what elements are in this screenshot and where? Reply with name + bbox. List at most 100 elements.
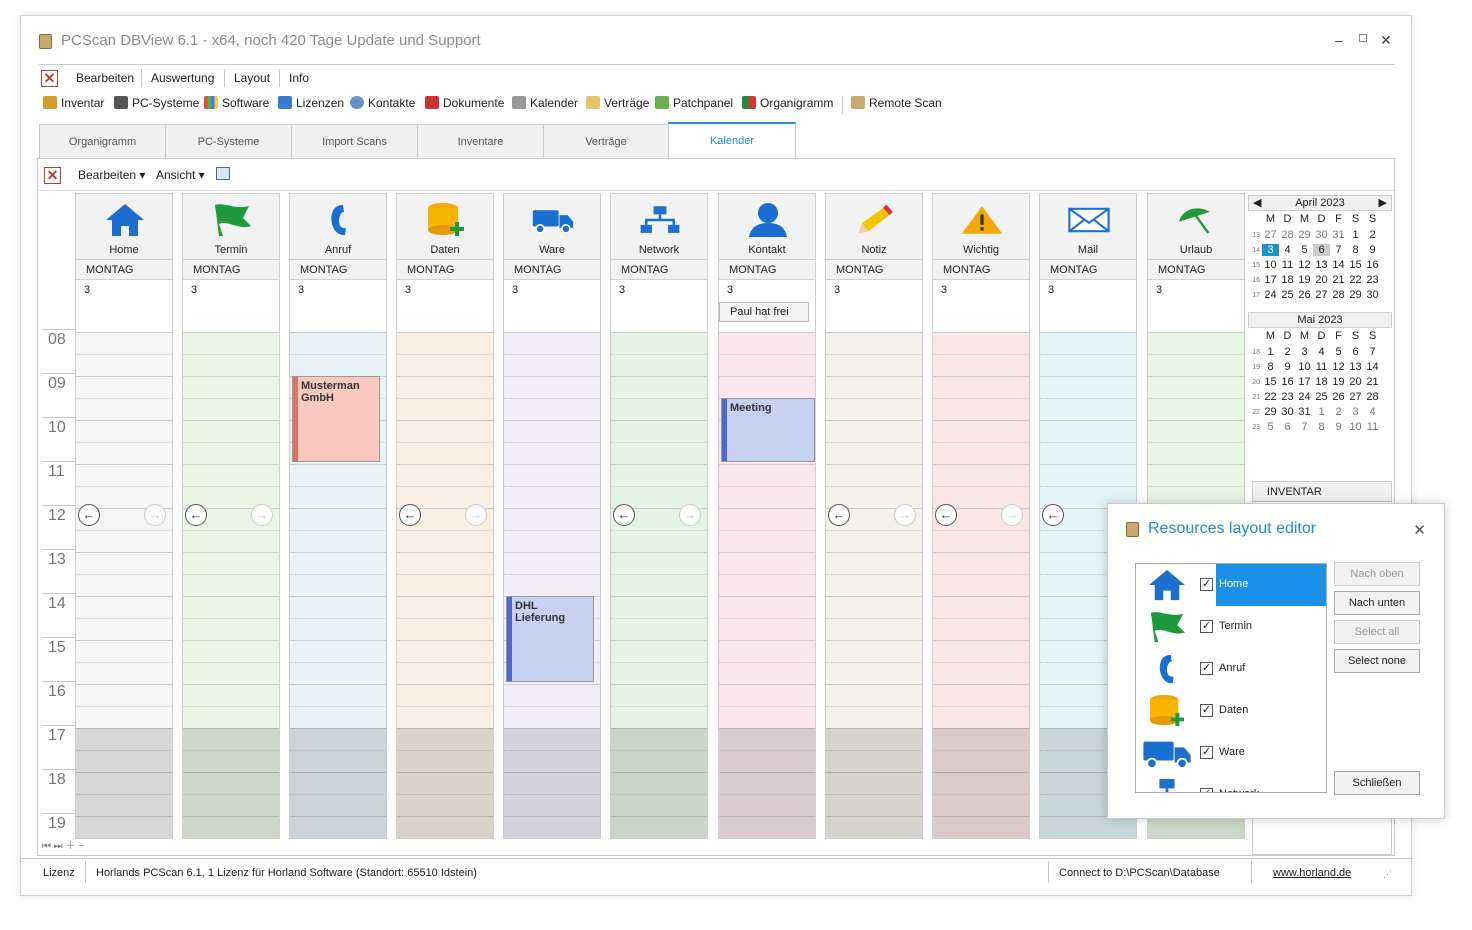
calendar-day[interactable]: 24 [1262, 289, 1279, 301]
calendar-day[interactable]: 9 [1364, 244, 1381, 256]
appointment[interactable]: Musterman GmbH [292, 376, 380, 462]
calendar-day[interactable]: 2 [1330, 406, 1347, 418]
resource-list-item[interactable]: ✓ Anruf [1136, 648, 1326, 690]
calendar-day[interactable]: 13 [1313, 259, 1330, 271]
resource-header[interactable]: Daten [397, 194, 493, 260]
calendar-day[interactable]: 26 [1330, 391, 1347, 403]
calendar-day[interactable]: 8 [1262, 361, 1279, 373]
time-slots[interactable] [183, 332, 279, 839]
calendar-day[interactable]: 28 [1279, 229, 1296, 241]
calendar-day[interactable]: 14 [1364, 361, 1381, 373]
resource-header[interactable]: Network [611, 194, 707, 260]
calendar-day[interactable]: 25 [1313, 391, 1330, 403]
calendar-day[interactable]: 8 [1347, 244, 1364, 256]
toolbar-inventar[interactable]: Inventar [43, 96, 104, 110]
time-slots[interactable] [826, 332, 922, 839]
toolbar-lizenzen[interactable]: Lizenzen [278, 96, 344, 110]
move-up-button[interactable]: Nach oben [1334, 562, 1420, 586]
close-doc-icon[interactable]: ✕ [41, 70, 58, 87]
tab-inventare[interactable]: Inventare [417, 124, 544, 159]
resource-header[interactable]: Termin [183, 194, 279, 260]
menu-auswertung[interactable]: Auswertung [151, 71, 214, 85]
next-appointment-icon[interactable]: → [251, 504, 273, 526]
resource-header[interactable]: Urlaub [1148, 194, 1244, 260]
calendar-day[interactable]: 7 [1364, 346, 1381, 358]
resource-column-network[interactable]: Network MONTAG 3 ← → [610, 193, 708, 839]
next-appointment-icon[interactable]: → [679, 504, 701, 526]
minimize-icon[interactable]: – [1329, 32, 1349, 48]
resource-header[interactable]: Anruf [290, 194, 386, 260]
calendar-day[interactable]: 5 [1296, 244, 1313, 256]
calendar-day[interactable]: 10 [1262, 259, 1279, 271]
resource-checkbox[interactable]: ✓ [1200, 704, 1213, 717]
prev-appointment-icon[interactable]: ← [185, 504, 207, 526]
calendar-day[interactable]: 20 [1313, 274, 1330, 286]
prev-appointment-icon[interactable]: ← [399, 504, 421, 526]
calendar-day[interactable]: 2 [1364, 229, 1381, 241]
resource-header[interactable]: Kontakt [719, 194, 815, 260]
calendar-day[interactable]: 29 [1347, 289, 1364, 301]
calendar-day[interactable]: 9 [1330, 421, 1347, 433]
calendar-day[interactable]: 31 [1330, 229, 1347, 241]
maximize-icon[interactable]: ☐ [1353, 32, 1373, 45]
next-appointment-icon[interactable]: → [894, 504, 916, 526]
resource-column-termin[interactable]: Termin MONTAG 3 ← → [182, 193, 280, 839]
select-none-button[interactable]: Select none [1334, 649, 1420, 673]
resource-column-notiz[interactable]: Notiz MONTAG 3 ← → [825, 193, 923, 839]
appointment[interactable]: Meeting [721, 398, 815, 462]
dialog-close-icon[interactable]: ✕ [1413, 521, 1426, 539]
calendar-day[interactable]: 30 [1364, 289, 1381, 301]
calendar-day[interactable]: 15 [1347, 259, 1364, 271]
calendar-day[interactable]: 12 [1330, 361, 1347, 373]
calendar-day[interactable]: 3 [1262, 244, 1279, 256]
calendar-day[interactable]: 8 [1313, 421, 1330, 433]
toolbar-kalender[interactable]: Kalender [512, 96, 578, 110]
calendar-day[interactable]: 10 [1347, 421, 1364, 433]
calendar-day[interactable]: 30 [1279, 406, 1296, 418]
calendar-day[interactable]: 4 [1279, 244, 1296, 256]
calendar-day[interactable]: 16 [1279, 376, 1296, 388]
calendar-day[interactable]: 23 [1364, 274, 1381, 286]
time-slots[interactable] [611, 332, 707, 839]
website-link[interactable]: www.horland.de [1273, 867, 1351, 879]
menu-bearbeiten[interactable]: Bearbeiten [76, 71, 134, 85]
calendar-day[interactable]: 23 [1279, 391, 1296, 403]
resource-list-item[interactable]: ✓ Termin [1136, 606, 1326, 648]
calendar-day[interactable]: 19 [1330, 376, 1347, 388]
close-dialog-button[interactable]: Schließen [1334, 771, 1420, 795]
calendar-day[interactable]: 9 [1279, 361, 1296, 373]
next-appointment-icon[interactable]: → [465, 504, 487, 526]
resource-header[interactable]: Notiz [826, 194, 922, 260]
toolbar-patchpanel[interactable]: Patchpanel [655, 96, 733, 110]
resource-header[interactable]: Mail [1040, 194, 1136, 260]
calendar-day[interactable]: 7 [1296, 421, 1313, 433]
tab-import-scans[interactable]: Import Scans [291, 124, 418, 159]
calendar-day[interactable]: 20 [1347, 376, 1364, 388]
prev-appointment-icon[interactable]: ← [78, 504, 100, 526]
resource-checkbox[interactable]: ✓ [1200, 578, 1213, 591]
close-calendar-icon[interactable]: ✕ [44, 167, 61, 184]
resource-column-anruf[interactable]: Anruf MONTAG 3 Musterman GmbH [289, 193, 387, 839]
calendar-day[interactable]: 11 [1364, 421, 1381, 433]
calendar-day[interactable]: 4 [1364, 406, 1381, 418]
calendar-day[interactable]: 17 [1262, 274, 1279, 286]
calendar-day[interactable]: 18 [1313, 376, 1330, 388]
close-icon[interactable]: ✕ [1376, 32, 1396, 49]
calendar-day[interactable]: 4 [1313, 346, 1330, 358]
prev-month-icon[interactable]: ◀ [1253, 196, 1261, 210]
calendar-day[interactable]: 13 [1347, 361, 1364, 373]
next-appointment-icon[interactable]: → [144, 504, 166, 526]
resource-header[interactable]: Ware [504, 194, 600, 260]
toolbar-dokumente[interactable]: Dokumente [425, 96, 504, 110]
calendar-day[interactable]: 29 [1296, 229, 1313, 241]
resource-header[interactable]: Home [76, 194, 172, 260]
time-slots[interactable] [933, 332, 1029, 839]
calendar-day[interactable]: 25 [1279, 289, 1296, 301]
toolbar-pc-systeme[interactable]: PC-Systeme [114, 96, 199, 110]
tab-kalender[interactable]: Kalender [668, 122, 796, 159]
next-appointment-icon[interactable]: → [1001, 504, 1023, 526]
calendar-day[interactable]: 31 [1296, 406, 1313, 418]
calendar-day[interactable]: 16 [1364, 259, 1381, 271]
calendar-day[interactable]: 5 [1330, 346, 1347, 358]
resource-list-item[interactable]: ✓ Network [1136, 774, 1326, 792]
